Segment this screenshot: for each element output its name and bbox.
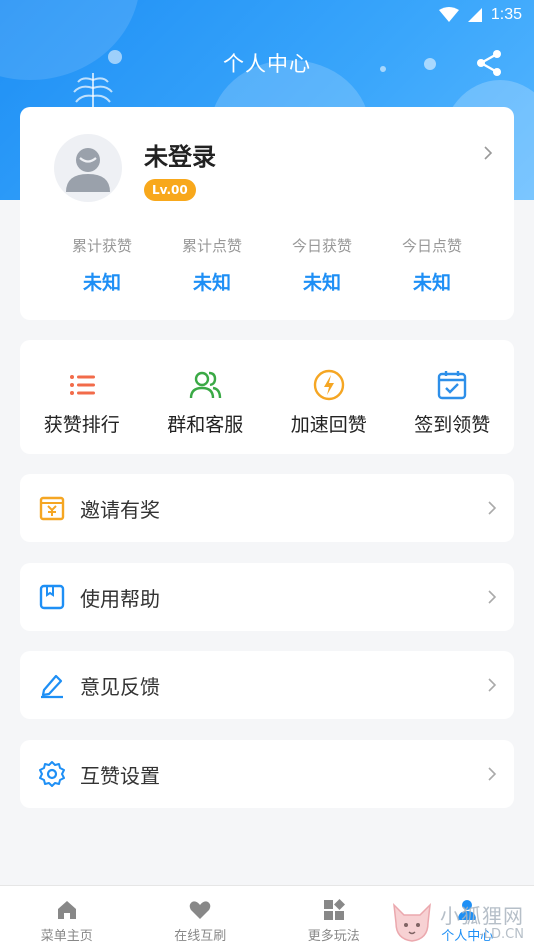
action-label: 获赞排行 — [43, 414, 120, 436]
nav-label: 更多玩法 — [307, 929, 360, 944]
page-title: 个人中心 — [223, 52, 311, 76]
gear-icon — [39, 761, 65, 787]
share-icon[interactable] — [474, 48, 504, 78]
group-icon — [190, 371, 222, 399]
stats-row: 累计获赞 未知 累计点赞 未知 今日获赞 未知 今日点赞 未知 — [20, 235, 514, 295]
stat-today-given: 今日点赞 未知 — [377, 235, 487, 295]
chevron-right-icon — [488, 678, 497, 692]
gift-icon — [39, 496, 65, 521]
fox-logo-icon — [393, 902, 431, 942]
menu-invite[interactable]: 邀请有奖 — [20, 474, 514, 542]
chevron-right-icon — [484, 146, 493, 160]
quick-actions: 获赞排行 群和客服 加速回赞 签到领赞 — [20, 340, 514, 454]
menu-feedback[interactable]: 意见反馈 — [20, 651, 514, 719]
heart-icon — [189, 901, 211, 919]
lightning-icon — [313, 369, 344, 401]
status-time: 1:35 — [490, 6, 522, 23]
stat-value: 未知 — [412, 272, 451, 294]
action-label: 加速回赞 — [290, 414, 367, 436]
nav-label: 在线互刷 — [174, 929, 227, 944]
menu-label: 使用帮助 — [80, 586, 160, 611]
stat-total-given: 累计点赞 未知 — [157, 235, 267, 295]
menu-help[interactable]: 使用帮助 — [20, 563, 514, 631]
home-icon — [57, 901, 76, 919]
username: 未登录 — [144, 143, 216, 171]
watermark: 小狐狸网 -LD.CN — [388, 901, 524, 945]
signal-icon — [467, 8, 482, 22]
menu-label: 互赞设置 — [80, 763, 160, 788]
stat-label: 累计点赞 — [181, 237, 242, 255]
nav-home[interactable]: 菜单主页 — [0, 886, 134, 949]
list-icon — [69, 375, 95, 395]
stat-label: 累计获赞 — [71, 237, 132, 255]
action-label: 群和客服 — [167, 414, 244, 436]
action-ranking-button[interactable]: 获赞排行 — [20, 340, 144, 454]
menu-label: 意见反馈 — [80, 674, 160, 699]
stat-total-received: 累计获赞 未知 — [47, 235, 157, 295]
avatar-icon — [66, 148, 110, 192]
stat-label: 今日获赞 — [291, 237, 352, 255]
profile-card[interactable]: 未登录 Lv.00 累计获赞 未知 累计点赞 未知 今日获赞 未知 今日点赞 未… — [20, 107, 514, 320]
wifi-icon — [438, 7, 459, 22]
edit-icon — [41, 674, 63, 699]
menu-settings[interactable]: 互赞设置 — [20, 740, 514, 808]
stat-label: 今日点赞 — [401, 237, 462, 255]
stat-value: 未知 — [302, 272, 341, 294]
menu-label: 邀请有奖 — [80, 497, 160, 522]
chevron-right-icon — [488, 590, 497, 604]
avatar[interactable] — [54, 134, 122, 202]
nav-more[interactable]: 更多玩法 — [267, 886, 401, 949]
book-icon — [39, 584, 65, 610]
action-checkin-button[interactable]: 签到领赞 — [391, 340, 515, 454]
stat-value: 未知 — [82, 272, 121, 294]
watermark-main: 小狐狸网 — [440, 903, 524, 928]
chevron-right-icon — [488, 501, 497, 515]
nav-online[interactable]: 在线互刷 — [134, 886, 268, 949]
level-badge: Lv.00 — [144, 179, 196, 201]
chevron-right-icon — [488, 767, 497, 781]
apps-icon — [323, 899, 345, 920]
nav-label: 菜单主页 — [40, 929, 93, 944]
stat-today-received: 今日获赞 未知 — [267, 235, 377, 295]
stat-value: 未知 — [192, 272, 231, 294]
action-label: 签到领赞 — [414, 414, 491, 436]
status-bar: 1:35 — [0, 0, 534, 30]
watermark-sub: -LD.CN — [479, 926, 524, 942]
action-boost-button[interactable]: 加速回赞 — [267, 340, 391, 454]
calendar-check-icon — [438, 371, 467, 400]
action-group-service-button[interactable]: 群和客服 — [144, 340, 268, 454]
